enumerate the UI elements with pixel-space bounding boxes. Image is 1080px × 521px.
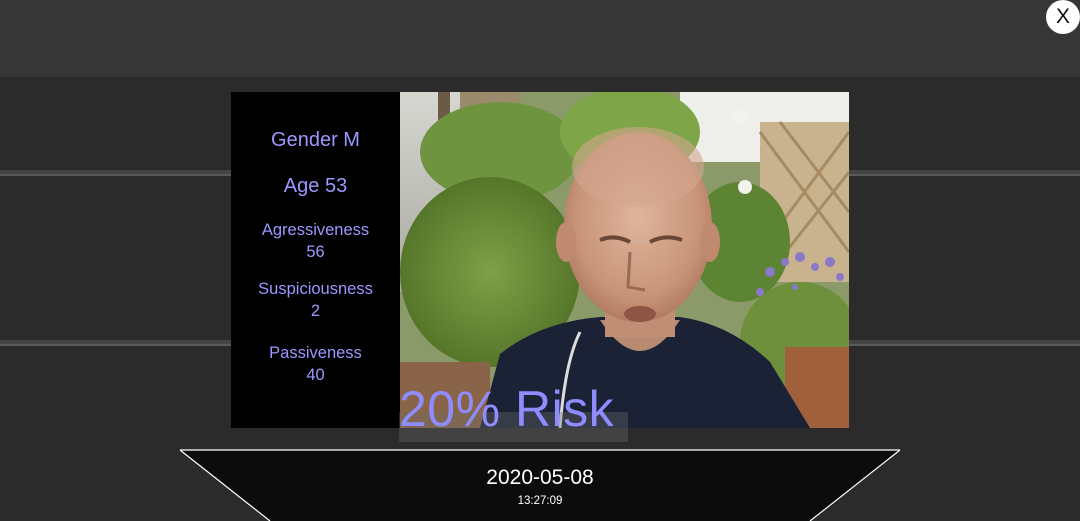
- stat-aggressiveness: Agressiveness 56: [231, 219, 400, 263]
- stat-label: Passiveness: [269, 344, 362, 362]
- stat-value: 40: [306, 366, 325, 384]
- timestamp-date: 2020-05-08: [486, 466, 594, 489]
- stat-passiveness: Passiveness 40: [231, 342, 400, 386]
- divider-line: [0, 344, 231, 346]
- video-frame: [400, 92, 849, 428]
- analysis-panel: Gender M Age 53 Agressiveness 56 Suspici…: [231, 92, 849, 428]
- gender-label: Gender M: [271, 129, 360, 151]
- stat-value: 2: [310, 302, 321, 320]
- top-bar: [0, 0, 1080, 77]
- stat-suspiciousness: Suspiciousness 2: [231, 278, 400, 322]
- stat-label: Suspiciousness: [258, 280, 373, 298]
- divider-line: [0, 174, 231, 176]
- divider-line: [849, 344, 1080, 346]
- stat-label: Agressiveness: [261, 221, 370, 239]
- age-label: Age 53: [283, 175, 348, 197]
- risk-score: 20% Risk: [399, 381, 615, 437]
- close-button[interactable]: X: [1046, 0, 1080, 34]
- divider-line: [849, 174, 1080, 176]
- stat-value: 56: [306, 243, 325, 261]
- timestamp-time: 13:27:09: [517, 495, 563, 507]
- profile-info: Gender M Age 53 Agressiveness 56 Suspici…: [231, 92, 400, 428]
